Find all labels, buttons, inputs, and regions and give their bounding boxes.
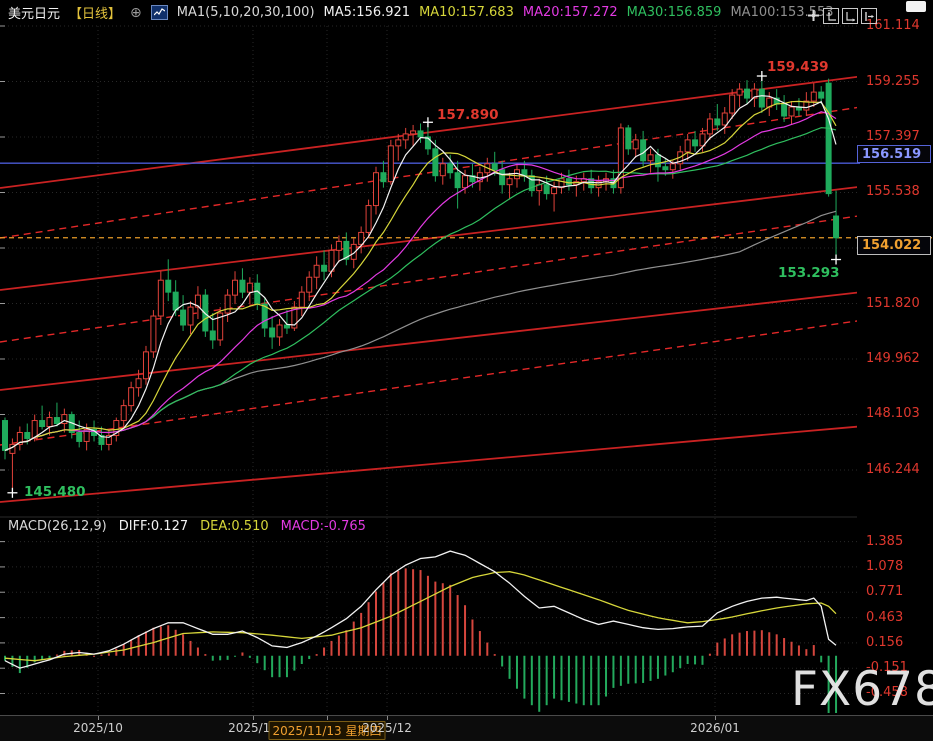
chart-toolbar — [806, 8, 877, 24]
time-axis-tick — [253, 716, 254, 720]
price-axis-label: 148.103 — [866, 406, 920, 422]
current-price-box: 156.519 — [857, 145, 931, 163]
last-close-price-box: 154.022 — [857, 236, 931, 255]
macd-axis-label: 0.463 — [866, 609, 904, 625]
trading-chart-window: 美元日元 【日线】 ⊕ MA1(5,10,20,30,100) MA5:156.… — [0, 0, 933, 741]
macd-settings-label: MACD(26,12,9) — [8, 519, 107, 534]
ma20-value: MA20:157.272 — [522, 5, 618, 20]
chart-type-icon[interactable] — [150, 5, 168, 20]
price-axis-label: 149.962 — [866, 350, 920, 366]
window-control-icon[interactable] — [906, 1, 926, 12]
time-axis-tick — [387, 716, 388, 720]
indicator-window-icon[interactable] — [842, 8, 858, 24]
price-axis-label: 159.255 — [866, 73, 920, 89]
timeframe-label: 【日线】 — [69, 7, 122, 22]
price-marker-label: 157.890 — [437, 107, 499, 123]
diff-value: DIFF:0.127 — [118, 519, 189, 534]
price-marker-label: 153.293 — [778, 265, 840, 281]
macd-axis-label: 0.156 — [866, 634, 904, 650]
globe-icon[interactable]: ⊕ — [130, 6, 142, 20]
symbol-title: 美元日元 — [8, 7, 61, 22]
price-axis-label: 151.820 — [866, 295, 920, 311]
ma-settings-label: MA1(5,10,20,30,100) — [176, 5, 315, 20]
time-axis-label: 2025/12 — [362, 721, 412, 735]
candles-layer — [2, 76, 840, 493]
axis-scale-icon[interactable] — [823, 8, 839, 24]
watermark-logo: FX678 — [791, 662, 933, 717]
time-axis-tick — [715, 716, 716, 720]
time-axis-label: 2026/01 — [690, 721, 740, 735]
price-axis-label: 157.397 — [866, 128, 920, 144]
time-axis-tick — [98, 716, 99, 720]
ma5-value: MA5:156.921 — [323, 5, 411, 20]
price-axis-label: 146.244 — [866, 461, 920, 477]
macd-axis-label: 1.078 — [866, 558, 904, 574]
chart-canvas[interactable]: 157.890 159.439 153.293 145.480 — [0, 0, 933, 741]
ma10-value: MA10:157.683 — [419, 5, 514, 20]
macd-value: MACD:-0.765 — [280, 519, 366, 534]
time-axis-label: 2025/10 — [73, 721, 123, 735]
price-axis-label: 155.538 — [866, 184, 920, 200]
dea-value: DEA:0.510 — [200, 519, 269, 534]
shift-right-icon[interactable] — [861, 8, 877, 24]
macd-axis-label: 1.385 — [866, 533, 904, 549]
price-marker-label: 145.480 — [24, 484, 86, 500]
price-marker-label: 159.439 — [767, 59, 829, 75]
macd-header: MACD(26,12,9) DIFF:0.127 DEA:0.510 MACD:… — [8, 519, 366, 534]
macd-axis-label: 0.771 — [866, 584, 904, 600]
time-axis[interactable]: 2025/10 2025/11 2025/11/13 星期四 2025/12 2026/… — [0, 715, 933, 741]
chart-header: 美元日元 【日线】 ⊕ MA1(5,10,20,30,100) MA5:156.… — [0, 0, 933, 25]
ma30-value: MA30:156.859 — [626, 5, 722, 20]
channel-lines-layer — [0, 75, 857, 503]
time-axis-tick — [327, 716, 328, 720]
macd-histogram-layer — [4, 568, 838, 713]
crosshair-icon[interactable] — [806, 8, 820, 22]
